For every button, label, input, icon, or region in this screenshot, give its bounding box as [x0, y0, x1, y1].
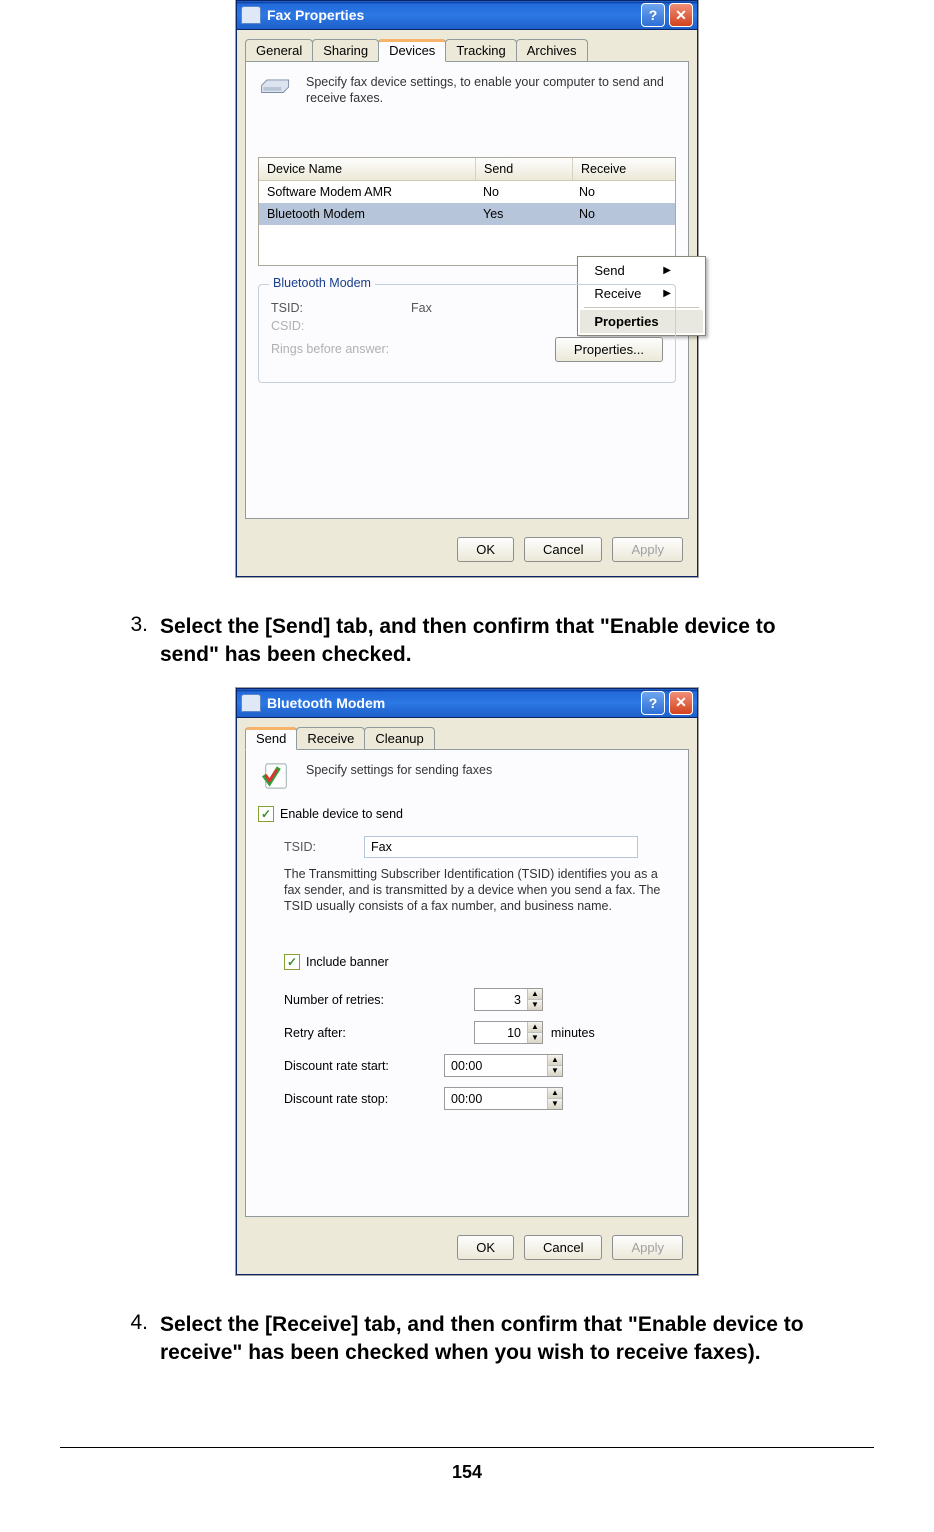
col-device-name[interactable]: Device Name [259, 158, 476, 180]
fax-properties-dialog: Fax Properties ? ✕ General Sharing Devic… [236, 0, 698, 577]
spin-down-icon[interactable]: ▼ [528, 1000, 542, 1010]
properties-button[interactable]: Properties... [555, 337, 663, 362]
chevron-right-icon: ▶ [663, 265, 671, 276]
retry-after-spinner[interactable]: ▲▼ [474, 1021, 543, 1044]
titlebar[interactable]: Fax Properties ? ✕ [237, 1, 697, 30]
info-text: Specify settings for sending faxes [306, 762, 492, 778]
apply-button[interactable]: Apply [612, 537, 683, 562]
discount-stop-spinner[interactable]: ▲▼ [444, 1087, 563, 1110]
modem-icon [241, 694, 261, 712]
dialog-buttons: OK Cancel Apply [237, 1225, 697, 1274]
step-text: Select the [Receive] tab, and then confi… [160, 1311, 834, 1368]
check-document-icon [258, 762, 294, 790]
tab-panel: Specify fax device settings, to enable y… [245, 61, 689, 519]
tab-receive[interactable]: Receive [296, 727, 365, 750]
spin-down-icon[interactable]: ▼ [548, 1066, 562, 1076]
spin-up-icon[interactable]: ▲ [548, 1088, 562, 1099]
tsid-input[interactable] [364, 836, 638, 858]
help-button[interactable]: ? [641, 3, 665, 27]
col-receive[interactable]: Receive [573, 158, 669, 180]
step-number: 4. [122, 1311, 148, 1368]
spin-up-icon[interactable]: ▲ [528, 989, 542, 1000]
apply-button[interactable]: Apply [612, 1235, 683, 1260]
discount-stop-label: Discount rate stop: [284, 1092, 444, 1106]
close-button[interactable]: ✕ [669, 691, 693, 715]
fax-icon [241, 6, 261, 24]
page-number: 154 [60, 1447, 874, 1483]
step-3: 3. Select the [Send] tab, and then confi… [122, 613, 834, 670]
ok-button[interactable]: OK [457, 537, 514, 562]
csid-label: CSID: [271, 319, 411, 333]
step-text: Select the [Send] tab, and then confirm … [160, 613, 834, 670]
cancel-button[interactable]: Cancel [524, 537, 602, 562]
fax-device-icon [258, 74, 294, 102]
tab-panel: Specify settings for sending faxes Enabl… [245, 749, 689, 1217]
info-text: Specify fax device settings, to enable y… [306, 74, 676, 107]
spin-up-icon[interactable]: ▲ [528, 1022, 542, 1033]
tsid-value: Fax [411, 301, 432, 315]
include-banner-checkbox[interactable]: Include banner [284, 954, 676, 970]
checkbox-icon [258, 806, 274, 822]
device-details-group: Bluetooth Modem TSID:Fax CSID: Rings bef… [258, 284, 676, 383]
tab-tracking[interactable]: Tracking [445, 39, 516, 62]
group-legend: Bluetooth Modem [269, 276, 375, 290]
retry-after-unit: minutes [551, 1026, 595, 1040]
title-text: Fax Properties [267, 7, 637, 23]
checkbox-icon [284, 954, 300, 970]
retries-spinner[interactable]: ▲▼ [474, 988, 543, 1011]
tab-devices[interactable]: Devices [378, 39, 446, 62]
spin-down-icon[interactable]: ▼ [528, 1033, 542, 1043]
spin-up-icon[interactable]: ▲ [548, 1055, 562, 1066]
dialog-buttons: OK Cancel Apply [237, 527, 697, 576]
tab-sharing[interactable]: Sharing [312, 39, 379, 62]
cancel-button[interactable]: Cancel [524, 1235, 602, 1260]
title-text: Bluetooth Modem [267, 695, 637, 711]
tab-strip: Send Receive Cleanup [237, 718, 697, 749]
col-send[interactable]: Send [476, 158, 573, 180]
step-number: 3. [122, 613, 148, 670]
spin-down-icon[interactable]: ▼ [548, 1099, 562, 1109]
titlebar[interactable]: Bluetooth Modem ? ✕ [237, 689, 697, 718]
tsid-label: TSID: [271, 301, 411, 315]
tab-cleanup[interactable]: Cleanup [364, 727, 434, 750]
ctx-send[interactable]: Send▶ [580, 259, 703, 282]
tab-general[interactable]: General [245, 39, 313, 62]
table-row[interactable]: Software Modem AMR No No [259, 181, 675, 203]
tab-send[interactable]: Send [245, 727, 297, 750]
device-table: Device Name Send Receive Software Modem … [258, 157, 676, 266]
retries-label: Number of retries: [284, 993, 474, 1007]
close-button[interactable]: ✕ [669, 3, 693, 27]
tsid-description: The Transmitting Subscriber Identificati… [284, 866, 664, 915]
bluetooth-modem-dialog: Bluetooth Modem ? ✕ Send Receive Cleanup… [236, 688, 698, 1275]
ok-button[interactable]: OK [457, 1235, 514, 1260]
help-button[interactable]: ? [641, 691, 665, 715]
tab-archives[interactable]: Archives [516, 39, 588, 62]
enable-send-checkbox[interactable]: Enable device to send [258, 806, 676, 822]
rings-label: Rings before answer: [271, 342, 389, 356]
step-4: 4. Select the [Receive] tab, and then co… [122, 1311, 834, 1368]
discount-start-spinner[interactable]: ▲▼ [444, 1054, 563, 1077]
tsid-label: TSID: [284, 840, 364, 854]
table-row[interactable]: Bluetooth Modem Yes No [259, 203, 675, 225]
tab-strip: General Sharing Devices Tracking Archive… [237, 30, 697, 61]
retry-after-label: Retry after: [284, 1026, 474, 1040]
discount-start-label: Discount rate start: [284, 1059, 444, 1073]
